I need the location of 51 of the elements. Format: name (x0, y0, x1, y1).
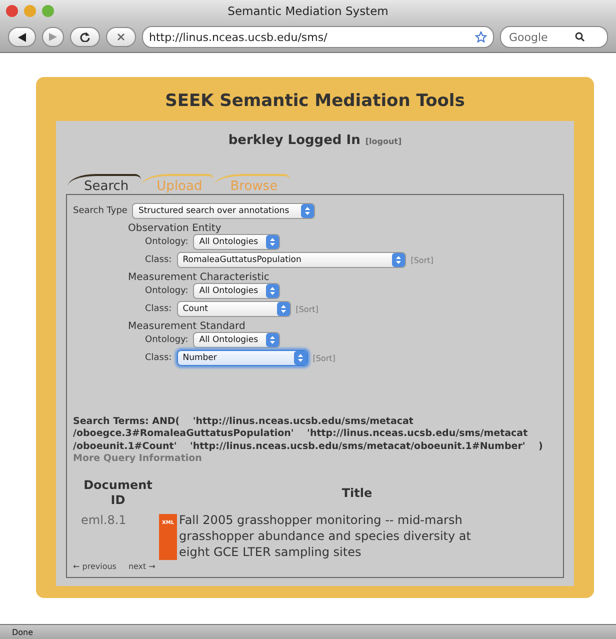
select-arrows-icon (294, 351, 307, 365)
dropdown-select[interactable]: All Ontologies (193, 283, 280, 299)
search-icon (575, 32, 585, 42)
dropdown-select[interactable]: Count (176, 301, 291, 317)
select-arrows-icon (301, 204, 314, 218)
search-box[interactable]: Google (500, 26, 608, 48)
logout-link[interactable]: [logout] (365, 137, 402, 146)
select-arrows-icon (266, 333, 280, 347)
search-terms: Search Terms: AND( 'http://linus.nceas.ucsb.edu/sms/metacat /oboegce.3#RomaleaGuttatusPopulation' 'http://linus.nceas.ucsb.edu/sms/metacat /oboeunit.1#Count' 'http://linus.nceas.ucsb.edu/sms/metacat/oboeunit.1#Number' ) (73, 416, 544, 453)
select-arrows-icon (266, 235, 280, 249)
reload-button[interactable] (70, 27, 100, 47)
field-label: Ontology: (145, 286, 188, 296)
previous-link[interactable]: ← previous (73, 562, 116, 571)
column-header: Title (340, 484, 374, 502)
forward-arrow-icon (49, 33, 57, 41)
star-icon[interactable] (475, 31, 487, 43)
tab[interactable]: Search (68, 174, 141, 194)
page-title: SEEK Semantic Mediation Tools (164, 91, 466, 111)
search-field[interactable]: Google (507, 30, 571, 44)
login-status: berkley Logged In (228, 133, 360, 148)
group-heading: Measurement Standard (127, 321, 246, 332)
column-header: Document ID (82, 478, 154, 508)
dropdown-select[interactable]: All Ontologies (193, 234, 280, 250)
field-label: Ontology: (145, 335, 188, 345)
field-label: Class: (145, 304, 172, 314)
field-label: Search Type (73, 206, 128, 216)
document-title: Fall 2005 grasshopper monitoring -- mid-marsh grasshopper abundance and species diversity at eight GCE LTER sampling sites (179, 512, 472, 560)
reload-icon (80, 32, 90, 42)
dropdown-select[interactable]: RomaleaGuttatusPopulation (176, 252, 406, 268)
field-label: Class: (145, 255, 172, 265)
address-field[interactable]: http://linus.nceas.ucsb.edu/sms/ (142, 26, 494, 48)
next-link[interactable]: next → (128, 562, 156, 571)
forward-button[interactable] (42, 27, 64, 47)
status-text: Done (12, 628, 34, 636)
select-arrows-icon (392, 253, 405, 267)
window-title: Semantic Mediation System (228, 4, 390, 18)
back-button[interactable] (8, 27, 36, 47)
group-heading: Measurement Characteristic (127, 272, 270, 283)
dropdown-select[interactable]: Structured search over annotations (132, 203, 316, 219)
field-label: Class: (145, 353, 172, 363)
table-cell-text: eml.8.1 (80, 512, 128, 529)
select-arrows-icon (266, 284, 280, 298)
close-icon[interactable] (6, 5, 18, 17)
select-arrows-icon (276, 302, 290, 316)
stop-button[interactable] (106, 27, 136, 47)
dropdown-select[interactable]: Number (176, 350, 308, 366)
back-arrow-icon (18, 32, 26, 42)
group-heading: Observation Entity (127, 223, 222, 234)
close-icon (117, 33, 125, 41)
field-label: Ontology: (145, 237, 188, 247)
dropdown-select[interactable]: All Ontologies (193, 332, 280, 348)
